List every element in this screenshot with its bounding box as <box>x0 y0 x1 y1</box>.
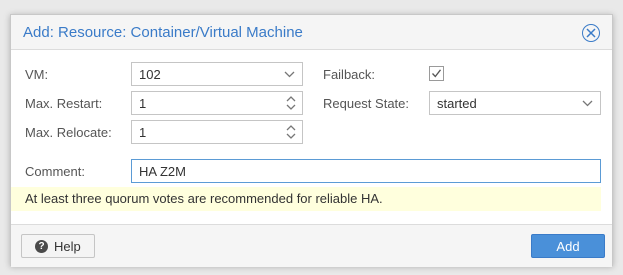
failback-label: Failback: <box>323 67 376 82</box>
max-relocate-value: 1 <box>139 125 147 140</box>
spinner-icon[interactable] <box>285 123 297 141</box>
question-icon: ? <box>35 240 48 253</box>
request-state-value: started <box>437 96 477 111</box>
dialog-title: Add: Resource: Container/Virtual Machine <box>23 24 303 41</box>
comment-label: Comment: <box>25 164 85 179</box>
help-button[interactable]: ? Help <box>21 234 95 258</box>
quorum-notice: At least three quorum votes are recommen… <box>11 187 601 211</box>
dialog-footer: ? Help Add <box>11 224 612 267</box>
chevron-down-icon <box>284 71 295 78</box>
close-icon <box>586 28 596 38</box>
vm-value: 102 <box>139 67 161 82</box>
add-resource-dialog: Add: Resource: Container/Virtual Machine… <box>10 14 613 267</box>
max-restart-spinner[interactable]: 1 <box>131 91 303 115</box>
close-button[interactable] <box>582 24 600 42</box>
max-relocate-label: Max. Relocate: <box>25 125 112 140</box>
add-button[interactable]: Add <box>531 234 605 258</box>
max-relocate-spinner[interactable]: 1 <box>131 120 303 144</box>
add-button-label: Add <box>556 239 580 254</box>
request-state-label: Request State: <box>323 96 409 111</box>
max-restart-label: Max. Restart: <box>25 96 103 111</box>
chevron-down-icon <box>582 100 593 107</box>
comment-input[interactable]: HA Z2M <box>131 159 601 183</box>
max-restart-value: 1 <box>139 96 147 111</box>
failback-checkbox[interactable] <box>429 66 444 81</box>
checkmark-icon <box>432 69 442 78</box>
spinner-icon[interactable] <box>285 94 297 112</box>
vm-label: VM: <box>25 67 49 82</box>
notice-text: At least three quorum votes are recommen… <box>25 191 383 206</box>
vm-select[interactable]: 102 <box>131 62 303 86</box>
help-button-label: Help <box>54 239 81 254</box>
comment-value: HA Z2M <box>139 164 186 179</box>
request-state-select[interactable]: started <box>429 91 601 115</box>
dialog-header: Add: Resource: Container/Virtual Machine <box>11 15 612 50</box>
